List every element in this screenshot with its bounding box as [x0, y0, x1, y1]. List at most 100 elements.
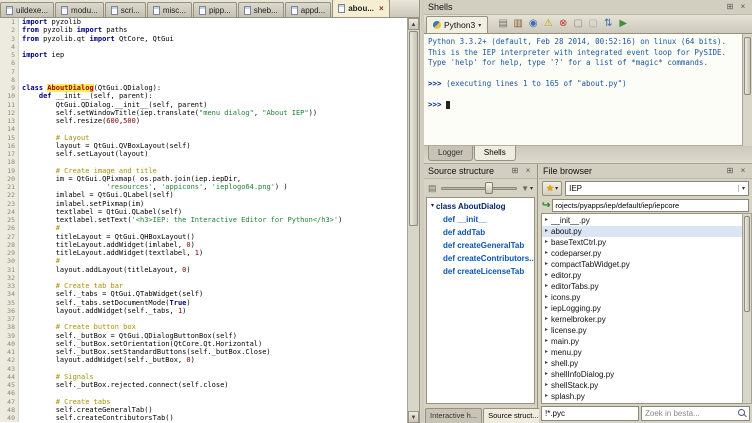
editor-tab[interactable]: sheb...	[238, 2, 284, 17]
scroll-updown-icon[interactable]: ⇅	[601, 17, 615, 31]
file-list-item[interactable]: ▸shellInfoDialog.py	[542, 369, 742, 380]
structure-item[interactable]: def createGeneralTab	[427, 239, 534, 252]
file-list-scrollbar[interactable]	[742, 213, 752, 404]
expander-icon[interactable]: ▸	[545, 380, 548, 391]
scroll-down-icon[interactable]: ▼	[408, 411, 419, 423]
shell-dock-tab[interactable]: Shells	[474, 146, 516, 161]
expander-icon[interactable]: ▸	[545, 248, 548, 259]
expander-icon[interactable]: ▸	[545, 369, 548, 380]
expander-icon[interactable]: ▸	[545, 215, 548, 226]
info-shell-icon[interactable]: ◉	[526, 17, 540, 31]
depth-slider[interactable]	[441, 182, 518, 194]
file-list-item[interactable]: ▸baseTextCtrl.py	[542, 237, 742, 248]
file-list-item[interactable]: ▸kernelbroker.py	[542, 314, 742, 325]
doc-icon[interactable]: ▢	[571, 17, 585, 31]
file-list-item[interactable]: ▸iepLogging.py	[542, 303, 742, 314]
editor-scrollbar-thumb[interactable]	[409, 31, 418, 226]
code-line: 14	[0, 125, 407, 133]
expander-icon[interactable]: ▸	[545, 237, 548, 248]
file-list-item[interactable]: ▸__init__.py	[542, 215, 742, 226]
file-list-item[interactable]: ▸icons.py	[542, 292, 742, 303]
file-list-item[interactable]: ▸shellStack.py	[542, 380, 742, 391]
shell-output[interactable]: Python 3.3.2+ (default, Feb 28 2014, 00:…	[424, 34, 752, 146]
expander-icon[interactable]: ▸	[545, 292, 548, 303]
expander-icon[interactable]: ▸	[545, 358, 548, 369]
left-dock-tab[interactable]: Source struct...	[483, 408, 543, 423]
expander-icon[interactable]: ▸	[545, 391, 548, 402]
source-structure-titlebar[interactable]: Source structure ⊞ ×	[424, 164, 537, 179]
file-list-item[interactable]: ▸splash.py	[542, 391, 742, 402]
dock-close-icon[interactable]: ×	[738, 2, 748, 12]
run-icon[interactable]: ▶	[616, 17, 630, 31]
dock-close-icon[interactable]: ×	[523, 166, 533, 176]
file-list-item[interactable]: ▸codeparser.py	[542, 248, 742, 259]
file-list-item[interactable]: ▸main.py	[542, 336, 742, 347]
code-editor[interactable]: 1import pyzolib2from pyzolib import path…	[0, 18, 407, 423]
editor-tab[interactable]: scri...	[105, 2, 146, 17]
file-list-item[interactable]: ▸license.py	[542, 325, 742, 336]
editor-tab[interactable]: appd...	[285, 2, 331, 17]
editor-tab[interactable]: pipp...	[193, 2, 237, 17]
path-input[interactable]	[552, 199, 749, 212]
shells-dock-titlebar[interactable]: Shells ⊞ ×	[424, 0, 752, 15]
editor-tab[interactable]: modu...	[55, 2, 104, 17]
file-list-item[interactable]: ▸shell.py	[542, 358, 742, 369]
search-in-files-input[interactable]	[641, 406, 750, 421]
line-number: 15	[0, 134, 19, 142]
expander-icon[interactable]: ▾	[431, 200, 434, 213]
terminate-shell-icon[interactable]: ⊗	[556, 17, 570, 31]
file-list-item[interactable]: ▸compactTabWidget.py	[542, 259, 742, 270]
line-number: 28	[0, 241, 19, 249]
warning-icon[interactable]: ⚠	[541, 17, 555, 31]
structure-item[interactable]: ▾class AboutDialog	[427, 200, 534, 213]
filename-filter-input[interactable]	[541, 406, 639, 421]
structure-item[interactable]: def createContributors...	[427, 252, 534, 265]
go-to-path-icon[interactable]: ↪	[542, 200, 550, 211]
expander-icon[interactable]: ▸	[545, 347, 548, 358]
dock-close-icon[interactable]: ×	[738, 166, 748, 176]
file-name: main.py	[551, 336, 579, 347]
editor-tab[interactable]: abou...×	[332, 0, 389, 17]
expander-icon[interactable]: ▸	[545, 336, 548, 347]
bookmarks-button[interactable]: ★ ▾	[542, 181, 562, 196]
expander-icon[interactable]: ▸	[545, 270, 548, 281]
shell-menu-icon[interactable]: ▤	[496, 17, 510, 31]
editor-tab[interactable]: misc...	[147, 2, 192, 17]
file-list-scrollbar-thumb[interactable]	[744, 216, 750, 312]
dock-float-icon[interactable]: ⊞	[510, 166, 520, 176]
shell-scrollbar-thumb[interactable]	[744, 37, 751, 95]
shell-tab-python3[interactable]: Python3 ▾	[426, 16, 488, 33]
file-list[interactable]: ▸__init__.py▸about.py▸baseTextCtrl.py▸co…	[541, 213, 742, 404]
expander-icon[interactable]: ▸	[545, 281, 548, 292]
editor-tab[interactable]: uildexe...	[0, 2, 54, 17]
shell-line: Python 3.3.2+ (default, Feb 28 2014, 00:…	[428, 37, 748, 48]
shell-dock-tab[interactable]: Logger	[428, 146, 473, 161]
shell-scrollbar[interactable]	[742, 34, 752, 146]
structure-item[interactable]: def __init__	[427, 213, 534, 226]
chevron-down-icon[interactable]: ▾	[478, 22, 481, 29]
expander-icon[interactable]: ▸	[545, 226, 548, 237]
dock-float-icon[interactable]: ⊞	[725, 166, 735, 176]
project-selector[interactable]: IEP ▾	[565, 181, 749, 196]
expander-icon[interactable]: ▸	[545, 259, 548, 270]
file-list-item[interactable]: ▸editor.py	[542, 270, 742, 281]
file-browser-titlebar[interactable]: File browser ⊞ ×	[539, 164, 752, 179]
file-list-item[interactable]: ▸about.py	[542, 226, 742, 237]
filter-funnel-icon[interactable]: ▼ ▾	[521, 184, 533, 193]
structure-item[interactable]: def addTab	[427, 226, 534, 239]
source-structure-tree[interactable]: ▾class AboutDialogdef __init__def addTab…	[426, 197, 535, 404]
scroll-up-icon[interactable]: ▲	[408, 18, 419, 30]
file-list-item[interactable]: ▸editorTabs.py	[542, 281, 742, 292]
close-tab-icon[interactable]: ×	[379, 4, 384, 13]
expander-icon[interactable]: ▸	[545, 303, 548, 314]
slider-handle[interactable]	[485, 182, 493, 194]
expander-icon[interactable]: ▸	[545, 325, 548, 336]
doc2-icon[interactable]: ▢	[586, 17, 600, 31]
left-dock-tab[interactable]: Interactive h...	[425, 408, 482, 423]
file-list-item[interactable]: ▸menu.py	[542, 347, 742, 358]
editor-vscrollbar[interactable]: ▲ ▼	[407, 18, 419, 423]
dock-float-icon[interactable]: ⊞	[725, 2, 735, 12]
edit-shell-icon[interactable]: ▥	[511, 17, 525, 31]
structure-item[interactable]: def createLicenseTab	[427, 265, 534, 278]
expander-icon[interactable]: ▸	[545, 314, 548, 325]
